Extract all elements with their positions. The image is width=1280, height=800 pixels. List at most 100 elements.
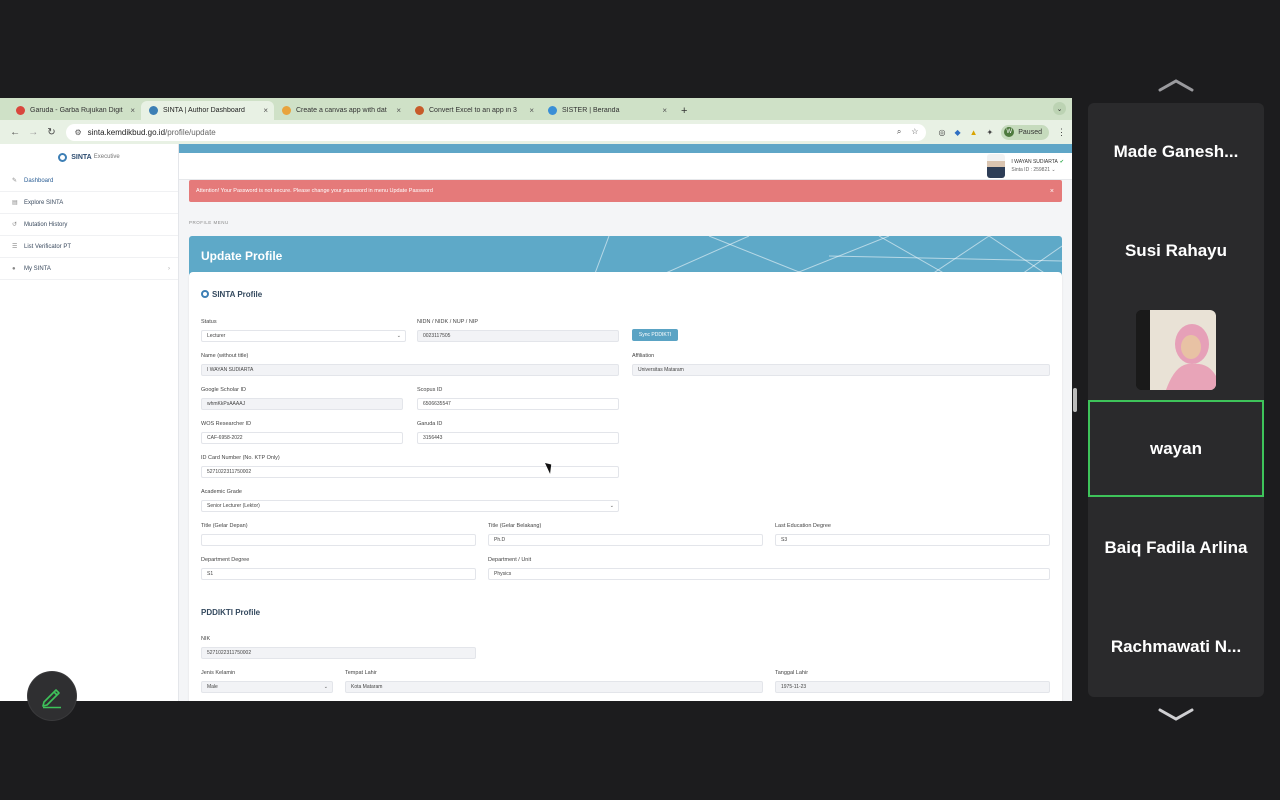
sync-pddikti-button[interactable]: Sync PDDIKTI xyxy=(632,329,678,341)
address-bar[interactable]: ⚙ sinta.kemdikbud.go.id/profile/update ⌕… xyxy=(66,123,927,141)
dept-unit-value: Physics xyxy=(494,571,512,577)
wos-field[interactable]: CAF-6958-2022 xyxy=(201,432,403,444)
birthplace-label: Tempat Lahir xyxy=(345,670,377,676)
browser-tab-bar: Garuda - Garba Rujukan Digit × SINTA | A… xyxy=(0,98,1072,120)
tab-label: SISTER | Beranda xyxy=(562,107,620,114)
close-tab-icon[interactable]: × xyxy=(662,106,667,115)
chevron-down-icon: ⌄ xyxy=(1051,167,1056,173)
back-icon[interactable]: ← xyxy=(6,127,24,138)
bookmark-star-icon[interactable]: ☆ xyxy=(911,127,918,137)
birthplace-value: Kota Mataram xyxy=(351,684,383,690)
participant-tile[interactable]: Made Ganesh... xyxy=(1088,103,1264,200)
birthplace-field[interactable]: Kota Mataram xyxy=(345,681,763,693)
garuda-favicon-icon xyxy=(16,106,25,115)
drive-icon[interactable]: ▲ xyxy=(970,128,978,137)
participant-video-tile[interactable] xyxy=(1088,301,1264,398)
sidebar-item-explore[interactable]: ▤ Explore SINTA xyxy=(0,192,178,214)
ktp-value: 5271022311750002 xyxy=(207,469,252,475)
dept-degree-value: S1 xyxy=(207,571,214,577)
gender-select[interactable]: Male ⌄ xyxy=(201,681,333,693)
ktp-field[interactable]: 5271022311750002 xyxy=(201,466,619,478)
sidebar-item-dashboard[interactable]: ✎ Dashboard xyxy=(0,170,178,192)
forward-icon[interactable]: → xyxy=(24,127,42,138)
participant-tile[interactable]: Baiq Fadila Arlina xyxy=(1088,499,1264,596)
participant-name: Rachmawati N... xyxy=(1110,636,1242,656)
dept-degree-field[interactable]: S1 xyxy=(201,568,476,580)
brand-logo[interactable]: SINTA Executive xyxy=(0,144,178,170)
nik-value: 5271022311750002 xyxy=(207,650,252,656)
sidebar-item-mutation-history[interactable]: ↺ Mutation History xyxy=(0,214,178,236)
nidn-value: 0023117505 xyxy=(423,333,451,339)
garuda-field[interactable]: 3156443 xyxy=(417,432,619,444)
name-field[interactable]: I WAYAN SUDIARTA xyxy=(201,364,619,376)
browser-tab[interactable]: SISTER | Beranda × xyxy=(540,101,673,120)
site-info-icon[interactable]: ⚙ xyxy=(74,128,81,137)
tab-search-chevron-icon[interactable]: ⌄ xyxy=(1053,102,1066,115)
annotate-button[interactable] xyxy=(28,672,76,720)
close-tab-icon[interactable]: × xyxy=(263,106,268,115)
browser-menu-icon[interactable]: ⋮ xyxy=(1057,127,1066,138)
puzzle-icon[interactable]: ✦ xyxy=(987,128,994,137)
status-select[interactable]: Lecturer ⌄ xyxy=(201,330,406,342)
nidn-field[interactable]: 0023117505 xyxy=(417,330,619,342)
participants-panel: Made Ganesh... Susi Rahayu wayan Baiq Fa… xyxy=(1088,103,1264,697)
last-edu-label: Last Education Degree xyxy=(775,523,831,529)
sidebar-item-label: My SINTA xyxy=(24,265,51,272)
birthdate-label: Tanggal Lahir xyxy=(775,670,809,676)
participant-name: Baiq Fadila Arlina xyxy=(1104,537,1248,557)
browser-tab[interactable]: Create a canvas app with dat × xyxy=(274,101,407,120)
sidebar-item-verificator[interactable]: ☰ List Verificator PT xyxy=(0,236,178,258)
browser-tab[interactable]: Convert Excel to an app in 3 × xyxy=(407,101,540,120)
profile-status: Paused xyxy=(1018,128,1042,136)
document-icon: ▤ xyxy=(12,200,18,206)
sinta-page: SINTA Executive ✎ Dashboard ▤ Explore SI… xyxy=(0,144,1072,701)
extension-icon[interactable]: ◎ xyxy=(938,128,945,137)
dept-degree-label: Department Degree xyxy=(201,557,250,563)
extension-icon[interactable]: ◆ xyxy=(954,128,960,137)
close-icon[interactable]: × xyxy=(1050,188,1054,195)
participant-tile[interactable]: Rachmawati N... xyxy=(1088,598,1264,695)
affiliation-field[interactable]: Universitas Mataram xyxy=(632,364,1050,376)
avatar[interactable] xyxy=(987,154,1006,178)
powerapps-favicon-icon xyxy=(282,106,291,115)
scroll-down-icon[interactable] xyxy=(1158,708,1194,722)
participant-name: wayan xyxy=(1150,438,1202,458)
participant-tile[interactable]: Susi Rahayu xyxy=(1088,202,1264,299)
close-tab-icon[interactable]: × xyxy=(529,106,534,115)
reload-icon[interactable]: ↻ xyxy=(42,127,60,138)
title-back-field[interactable]: Ph.D xyxy=(488,534,763,546)
browser-tab[interactable]: Garuda - Garba Rujukan Digit × xyxy=(8,101,141,120)
participant-tile-active[interactable]: wayan xyxy=(1088,400,1264,497)
profile-menu-label: PROFILE MENU xyxy=(189,220,229,225)
profile-avatar: W xyxy=(1004,127,1015,137)
pencil-icon xyxy=(42,689,61,709)
grade-select[interactable]: Senior Lecturer (Lektor) ⌄ xyxy=(201,500,619,512)
tab-label: Garuda - Garba Rujukan Digit xyxy=(30,107,123,114)
scholar-field[interactable]: whmKkPsAAAAJ xyxy=(201,398,403,410)
scopus-field[interactable]: 6506635547 xyxy=(417,398,619,410)
profile-button[interactable]: W Paused xyxy=(1001,124,1049,140)
nik-label: NIK xyxy=(201,636,211,642)
last-edu-field[interactable]: S3 xyxy=(775,534,1050,546)
edit-icon: ✎ xyxy=(12,178,18,184)
close-tab-icon[interactable]: × xyxy=(396,106,401,115)
scroll-up-icon[interactable] xyxy=(1158,78,1194,92)
birthdate-field[interactable]: 1975-11-23 xyxy=(775,681,1050,693)
close-tab-icon[interactable]: × xyxy=(130,106,135,115)
tab-label: Convert Excel to an app in 3 xyxy=(429,107,517,114)
zoom-icon[interactable]: ⌕ xyxy=(897,127,901,137)
sinta-logo-icon xyxy=(201,290,209,298)
dept-unit-field[interactable]: Physics xyxy=(488,568,1050,580)
nik-field[interactable]: 5271022311750002 xyxy=(201,647,476,659)
user-info[interactable]: I WAYAN SUDIARTA ✔ Sinta ID : 259821 ⌄ xyxy=(1011,158,1064,174)
new-tab-button[interactable]: + xyxy=(681,105,687,117)
browser-tab-active[interactable]: SINTA | Author Dashboard × xyxy=(141,101,274,120)
gender-value: Male xyxy=(207,684,218,690)
title-front-field[interactable] xyxy=(201,534,476,546)
resize-handle[interactable] xyxy=(1073,388,1077,412)
url-path: /profile/update xyxy=(165,127,216,137)
garuda-value: 3156443 xyxy=(423,435,443,441)
sidebar-item-my-sinta[interactable]: ● My SINTA › xyxy=(0,258,178,280)
sinta-profile-heading: SINTA Profile xyxy=(201,290,262,299)
user-icon: ● xyxy=(12,265,16,272)
